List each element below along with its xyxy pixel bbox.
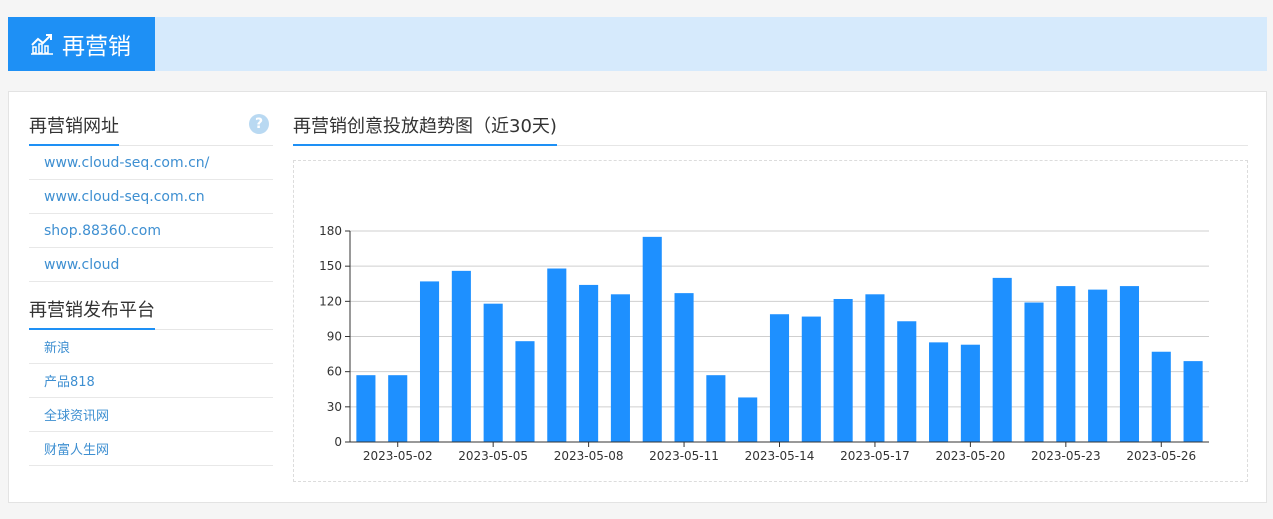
bar <box>483 303 503 442</box>
bar <box>833 298 853 442</box>
bar <box>419 281 440 442</box>
list-item: 全球资讯网 <box>29 398 273 432</box>
list-item: 新浪 <box>29 330 273 364</box>
list-item: shop.88360.com <box>29 214 273 248</box>
x-tick-label: 2023-05-20 <box>936 449 1006 463</box>
platform-link[interactable]: 全球资讯网 <box>44 405 109 424</box>
help-icon[interactable]: ? <box>249 114 269 134</box>
bar <box>706 375 726 442</box>
trend-section: 再营销创意投放趋势图（近30天) 0 30 60 90 120 150 180 2023-05… <box>293 92 1248 482</box>
bar <box>610 294 630 442</box>
url-link[interactable]: www.cloud-seq.com.cn/ <box>44 155 209 171</box>
x-tick-label: 2023-05-08 <box>554 449 624 463</box>
platform-link[interactable]: 财富人生网 <box>44 439 109 458</box>
bar <box>801 316 821 442</box>
x-tick-label: 2023-05-23 <box>1031 449 1101 463</box>
bar <box>1056 286 1076 442</box>
bar <box>1183 361 1203 442</box>
url-link[interactable]: shop.88360.com <box>44 223 161 239</box>
bar <box>547 268 567 442</box>
x-tick-label: 2023-05-11 <box>649 449 719 463</box>
bar <box>1151 351 1171 442</box>
sidebar: 再营销网址 ? www.cloud-seq.com.cn/ www.cloud-… <box>29 92 273 466</box>
y-tick-label: 0 <box>334 435 342 449</box>
list-item: www.cloud-seq.com.cn/ <box>29 146 273 180</box>
list-item: 产品818 <box>29 364 273 398</box>
bar <box>451 270 471 442</box>
content-panel: 再营销网址 ? www.cloud-seq.com.cn/ www.cloud-… <box>8 91 1267 503</box>
platform-link[interactable]: 新浪 <box>44 337 70 356</box>
list-item: www.cloud <box>29 248 273 282</box>
y-tick-label: 180 <box>319 224 342 238</box>
y-tick-label: 60 <box>327 365 342 379</box>
trend-bar-chart: 0 30 60 90 120 150 180 2023-05-02 2023-05-05 2023… <box>319 224 1209 463</box>
list-item: www.cloud-seq.com.cn <box>29 180 273 214</box>
y-tick-label: 90 <box>327 330 342 344</box>
bar <box>642 236 662 442</box>
platform-list: 新浪 产品818 全球资讯网 财富人生网 <box>29 330 273 466</box>
bar <box>1088 289 1108 442</box>
page-title-text: 再营销 <box>62 34 131 60</box>
url-link[interactable]: www.cloud-seq.com.cn <box>44 189 205 205</box>
y-tick-label: 30 <box>327 400 342 414</box>
bar <box>515 341 535 442</box>
bar <box>1024 302 1044 442</box>
platform-link[interactable]: 产品818 <box>44 371 95 390</box>
bar <box>388 375 408 442</box>
trend-chart-title: 再营销创意投放趋势图（近30天) <box>293 112 557 146</box>
x-tick-label: 2023-05-02 <box>363 449 433 463</box>
platforms-section-title: 再营销发布平台 <box>29 296 155 330</box>
page-title: 再营销 <box>8 17 155 71</box>
trend-section-header: 再营销创意投放趋势图（近30天) <box>293 92 1248 146</box>
x-tick-label: 2023-05-17 <box>840 449 910 463</box>
y-tick-label: 120 <box>319 294 342 308</box>
x-tick-label: 2023-05-26 <box>1126 449 1196 463</box>
bar <box>1119 286 1140 442</box>
bar <box>992 277 1012 442</box>
bar <box>960 344 980 442</box>
bar <box>897 321 917 442</box>
x-tick-label: 2023-05-05 <box>458 449 528 463</box>
list-item: 财富人生网 <box>29 432 273 466</box>
bar <box>929 342 949 442</box>
bar <box>356 375 376 442</box>
page-header: 再营销 <box>8 17 1267 71</box>
x-tick-label: 2023-05-14 <box>745 449 815 463</box>
y-tick-label: 150 <box>319 259 342 273</box>
chart-icon <box>31 34 53 55</box>
urls-section-title: 再营销网址 <box>29 112 119 146</box>
url-list: www.cloud-seq.com.cn/ www.cloud-seq.com.… <box>29 146 273 282</box>
bar <box>579 284 599 442</box>
urls-section-header: 再营销网址 ? <box>29 92 273 146</box>
bar <box>738 397 758 442</box>
bar <box>674 293 694 442</box>
bar <box>769 314 790 442</box>
platforms-section-header: 再营销发布平台 <box>29 282 273 330</box>
trend-chart-container: 0 30 60 90 120 150 180 2023-05-02 2023-05-05 2023… <box>293 160 1248 482</box>
url-link[interactable]: www.cloud <box>44 257 119 273</box>
bar <box>865 294 885 442</box>
